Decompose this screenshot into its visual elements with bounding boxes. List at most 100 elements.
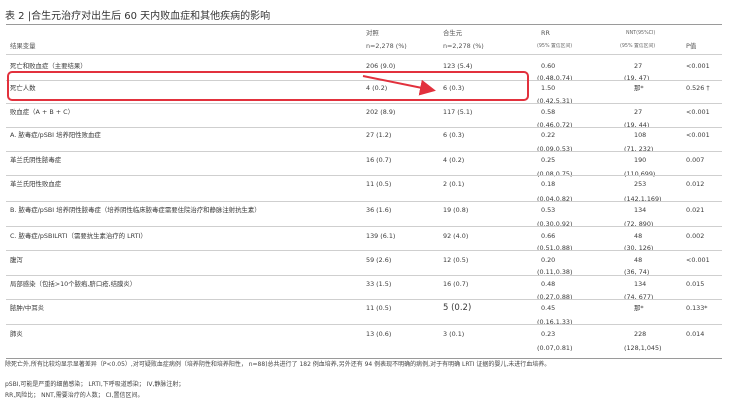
- cell-outcome: 革兰氏阴性脓毒症: [10, 156, 62, 164]
- cell-p: <0.001: [686, 62, 710, 70]
- cell-outcome: 死亡和败血症（主要结果）: [10, 62, 87, 70]
- cell-control: 27 (1.2): [366, 131, 392, 139]
- col-outcome-header: 结果变量: [10, 42, 36, 50]
- cell-nnt: 48: [634, 256, 643, 264]
- col-nnt-sub: (95% 置信区间): [620, 44, 656, 49]
- col-synbiotic-n: n=2,278 (%): [443, 42, 484, 50]
- cell-control: 36 (1.6): [366, 206, 392, 214]
- cell-outcome: 脓肿/中耳炎: [10, 304, 45, 312]
- cell-control: 13 (0.6): [366, 330, 392, 338]
- cell-outcome: 革兰氏阳性败血症: [10, 180, 62, 188]
- cell-outcome: 败血症（A + B + C）: [10, 108, 75, 116]
- cell-nnt: 134: [634, 280, 647, 288]
- cell-synbiotic: 4 (0.2): [443, 156, 465, 164]
- col-nnt-header: NNT(95%CI): [626, 31, 656, 36]
- cell-control: 11 (0.5): [366, 304, 392, 312]
- table-title: 表 2 |合生元治疗对出生后 60 天内败血症和其他疾病的影响: [5, 11, 271, 22]
- cell-nnt: 253: [634, 180, 647, 188]
- cell-rr: 0.66: [541, 232, 556, 240]
- cell-synbiotic: 2 (0.1): [443, 180, 465, 188]
- cell-nnt: 48: [634, 232, 643, 240]
- table-top-rule: [6, 24, 722, 25]
- cell-control: 139 (6.1): [366, 232, 396, 240]
- col-rr-header: RR: [541, 29, 550, 37]
- cell-nnt-ci: (128,1,045): [624, 344, 662, 352]
- cell-p: 0.021: [686, 206, 705, 214]
- footnote-abbrev-1: pSBI,可能是严重的细菌感染； LRTI,下呼吸道感染； IV,静脉注射；: [5, 381, 185, 388]
- cell-control: 206 (9.0): [366, 62, 396, 70]
- cell-outcome: 局部感染（包括>10个脓疱,脐口疮,结膜炎）: [10, 280, 137, 288]
- cell-nnt: 那*: [634, 304, 644, 312]
- cell-control: 59 (2.6): [366, 256, 392, 264]
- cell-nnt: 228: [634, 330, 647, 338]
- cell-synbiotic: 123 (5.4): [443, 62, 473, 70]
- cell-synbiotic: 19 (0.8): [443, 206, 469, 214]
- cell-synbiotic: 92 (4.0): [443, 232, 469, 240]
- cell-p: 0.526 †: [686, 84, 710, 92]
- cell-synbiotic: 3 (0.1): [443, 330, 465, 338]
- cell-p: 0.012: [686, 180, 705, 188]
- cell-nnt: 27: [634, 62, 643, 70]
- cell-control: 33 (1.5): [366, 280, 392, 288]
- cell-p: 0.007: [686, 156, 705, 164]
- cell-control: 11 (0.5): [366, 180, 392, 188]
- cell-rr: 0.20: [541, 256, 556, 264]
- highlight-box: [7, 71, 529, 101]
- cell-rr: 0.25: [541, 156, 556, 164]
- cell-rr: 0.23: [541, 330, 556, 338]
- row-divider: [6, 175, 722, 176]
- cell-p: <0.001: [686, 108, 710, 116]
- cell-p: 0.014: [686, 330, 705, 338]
- cell-rr: 1.50: [541, 84, 556, 92]
- col-control-n: n=2,278 (%): [366, 42, 407, 50]
- cell-nnt: 108: [634, 131, 647, 139]
- cell-synbiotic: 12 (0.5): [443, 256, 469, 264]
- row-divider: [6, 151, 722, 152]
- cell-control: 202 (8.9): [366, 108, 396, 116]
- cell-rr: 0.48: [541, 280, 556, 288]
- cell-synbiotic: 5 (0.2): [443, 303, 472, 313]
- col-rr-sub: (95% 置信区间): [537, 44, 573, 49]
- cell-nnt: 190: [634, 156, 647, 164]
- cell-nnt: 那*: [634, 84, 644, 92]
- cell-p: <0.001: [686, 131, 710, 139]
- cell-p: <0.001: [686, 256, 710, 264]
- cell-outcome: 肺炎: [10, 330, 23, 338]
- cell-synbiotic: 117 (5.1): [443, 108, 473, 116]
- row-divider: [6, 275, 722, 276]
- cell-outcome: 腹泻: [10, 256, 23, 264]
- row-divider: [6, 250, 722, 251]
- cell-p: 0.133*: [686, 304, 708, 312]
- cell-synbiotic: 16 (0.7): [443, 280, 469, 288]
- cell-outcome: A. 脓毒症/pSBI 培养阳性败血症: [10, 131, 101, 139]
- col-control-header: 对照: [366, 29, 379, 37]
- cell-rr: 0.45: [541, 304, 556, 312]
- cell-nnt-ci: (110,699): [624, 170, 656, 178]
- arrow-icon: [362, 75, 436, 96]
- row-divider: [6, 299, 722, 300]
- cell-outcome: C. 脓毒症/pSBILRTI（需要抗生素治疗的 LRTI）: [10, 232, 147, 240]
- cell-control: 16 (0.7): [366, 156, 392, 164]
- cell-rr-ci: (0.08,0.75): [537, 170, 573, 178]
- col-p-header: P值: [686, 42, 697, 50]
- cell-nnt: 134: [634, 206, 647, 214]
- cell-rr: 0.22: [541, 131, 556, 139]
- row-divider: [6, 324, 722, 325]
- table-bottom-rule: [6, 358, 722, 359]
- row-divider: [6, 103, 722, 104]
- cell-nnt: 27: [634, 108, 643, 116]
- cell-rr-ci: (0.07,0.81): [537, 344, 573, 352]
- footnote-main: 除死亡外,所有比较均显示显著差异（P<0.05）,对可疑败血症病例（培养阴性和培…: [5, 361, 551, 368]
- header-rule: [6, 54, 722, 55]
- cell-p: 0.002: [686, 232, 705, 240]
- footnote-abbrev-2: RR,风险比； NNT,需要治疗的人数； CI,置信区间。: [5, 392, 144, 399]
- cell-rr: 0.58: [541, 108, 556, 116]
- cell-rr: 0.18: [541, 180, 556, 188]
- row-divider: [6, 127, 722, 128]
- cell-rr: 0.60: [541, 62, 556, 70]
- cell-synbiotic: 6 (0.3): [443, 131, 465, 139]
- col-synbiotic-header: 合生元: [443, 29, 463, 37]
- row-divider: [6, 226, 722, 227]
- cell-p: 0.015: [686, 280, 705, 288]
- cell-outcome: B. 脓毒症/pSBI 培养阴性脓毒症（培养阴性临床脓毒症需要住院治疗和静脉注射…: [10, 206, 261, 214]
